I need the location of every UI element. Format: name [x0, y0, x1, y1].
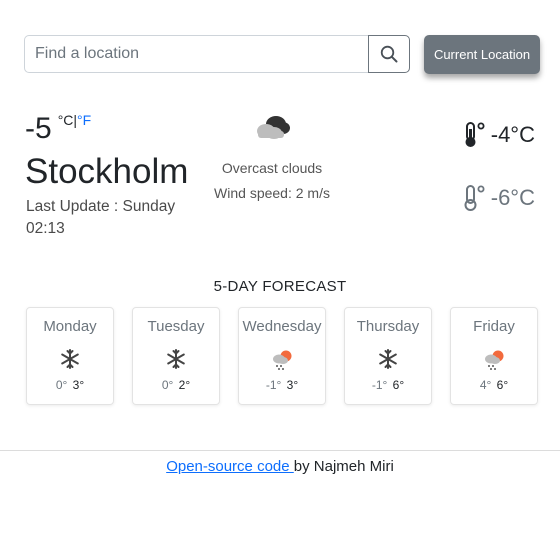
day-min: 4° — [479, 378, 492, 392]
day-name: Friday — [473, 318, 515, 335]
forecast-day-tuesday: Tuesday 0° 2° — [132, 307, 220, 405]
low-temperature-value: -6°C — [490, 185, 535, 210]
day-max: 6° — [496, 378, 509, 392]
day-max: 3° — [286, 378, 299, 392]
day-temperatures: -1° 6° — [345, 377, 431, 393]
open-source-link[interactable]: Open-source code — [166, 458, 294, 475]
forecast-day-monday: Monday 0° 3° — [26, 307, 114, 405]
last-update: Last Update : Sunday 02:13 — [26, 198, 176, 237]
day-temperatures: 0° 2° — [133, 377, 219, 393]
fahrenheit-link[interactable]: °F — [77, 112, 91, 128]
condition-text: Overcast clouds — [221, 160, 323, 176]
current-location-button[interactable]: Current Location — [424, 35, 540, 74]
forecast-day-wednesday: Wednesday -1° 3° — [238, 307, 326, 405]
search-bar: Current Location — [24, 35, 540, 74]
day-name: Thursday — [356, 318, 420, 335]
city-name: Stockholm — [25, 152, 189, 191]
day-min: -1° — [371, 378, 388, 392]
day-temperatures: 4° 6° — [451, 377, 537, 393]
unit-toggle: °C|°F — [58, 111, 92, 129]
forecast-title: 5-DAY FORECAST — [213, 278, 347, 295]
thermometer-high-icon — [465, 122, 485, 147]
overcast-cloud-icon — [257, 116, 290, 139]
day-min: 0° — [161, 378, 174, 392]
day-min: -1° — [265, 378, 282, 392]
celsius-link[interactable]: °C — [58, 112, 74, 128]
day-temperatures: 0° 3° — [27, 377, 113, 393]
search-icon — [380, 45, 398, 63]
search-group — [24, 35, 410, 73]
forecast-list: Monday 0° 3° Tuesday 0° 2° Wednesday -1°… — [26, 307, 538, 405]
search-input[interactable] — [24, 35, 368, 73]
high-temperature-value: -4°C — [490, 122, 535, 147]
day-name: Wednesday — [242, 318, 322, 335]
low-temperature: -6°C — [463, 184, 535, 212]
day-max: 6° — [392, 378, 405, 392]
snowflake-icon — [379, 349, 397, 369]
high-temperature: -4°C — [463, 121, 535, 149]
temperature-value: -5 — [25, 112, 52, 145]
day-max: 2° — [178, 378, 191, 392]
current-temperature: -5 °C|°F — [25, 112, 91, 146]
snowflake-icon — [167, 349, 185, 369]
day-name: Monday — [43, 318, 97, 335]
snow-sun-cloud-icon — [273, 350, 292, 370]
thermometer-low-icon — [464, 185, 485, 211]
footer-author: by Najmeh Miri — [293, 458, 394, 475]
day-name: Tuesday — [147, 318, 205, 335]
forecast-day-thursday: Thursday -1° 6° — [344, 307, 432, 405]
day-temperatures: -1° 3° — [239, 377, 325, 393]
forecast-day-friday: Friday 4° 6° — [450, 307, 538, 405]
wind-speed: Wind speed: 2 m/s — [214, 185, 330, 201]
condition-block: Overcast clouds Wind speed: 2 m/s — [196, 112, 348, 203]
search-button[interactable] — [368, 35, 410, 73]
footer-divider — [0, 450, 560, 451]
day-min: 0° — [55, 378, 68, 392]
footer: Open-source code by Najmeh Miri — [0, 458, 560, 475]
day-max: 3° — [72, 378, 85, 392]
snowflake-icon — [61, 349, 79, 369]
snow-sun-cloud-icon — [485, 350, 504, 370]
